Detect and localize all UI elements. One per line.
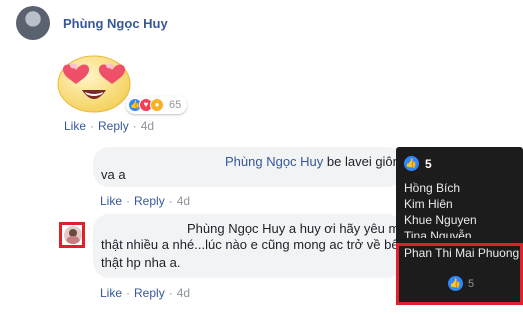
reply-link[interactable]: Reply <box>134 194 165 208</box>
liker-name[interactable]: Tina Nguyễn <box>404 228 477 238</box>
reply-bubble: Phùng Ngọc Huy a huy ơi hãy yêu mẹ thật … <box>93 214 407 278</box>
reaction-count: 65 <box>169 99 182 111</box>
like-icon: 👍 <box>448 276 463 291</box>
reply-text: be lavei giôn <box>323 154 400 169</box>
comment-actions: Like · Reply · 4d <box>64 119 155 133</box>
like-link[interactable]: Like <box>100 194 122 208</box>
reply-actions: Like · Reply · 4d <box>100 286 191 300</box>
reply-text-line: thật hp nha a. <box>101 255 181 270</box>
reply-link[interactable]: Reply <box>134 286 165 300</box>
avatar[interactable] <box>16 6 50 40</box>
reply-author[interactable]: Phùng Ngọc Huy <box>225 154 323 169</box>
likes-count: 5 <box>425 156 432 171</box>
comment-author[interactable]: Phùng Ngọc Huy <box>63 16 168 31</box>
haha-icon: ● <box>150 98 164 112</box>
liker-name[interactable]: Kim Hiên <box>404 196 477 212</box>
timestamp[interactable]: 4d <box>141 119 154 133</box>
like-icon: 👍 <box>404 156 419 171</box>
timestamp[interactable]: 4d <box>177 194 190 208</box>
like-link[interactable]: Like <box>100 286 122 300</box>
liker-name[interactable]: Khue Nguyen <box>404 212 477 228</box>
reply-text-line: va a <box>101 167 126 182</box>
reaction-summary[interactable]: 👍 ♥ ● 65 <box>126 96 188 114</box>
reply-author[interactable]: Phùng Ngọc Huy <box>187 221 285 236</box>
heart-eyes-emoji-icon <box>57 55 131 113</box>
reply-text-line: thật nhiều a nhé...lúc nào e cũng mong a… <box>101 237 399 252</box>
like-link[interactable]: Like <box>64 119 86 133</box>
reply-text: a huy ơi hãy yêu mẹ <box>285 221 407 236</box>
like-count-pill[interactable]: 👍 5 <box>448 276 474 291</box>
timestamp[interactable]: 4d <box>177 286 190 300</box>
reply-bubble: Phùng Ngọc Huy be lavei giôn va a <box>93 147 403 187</box>
liker-list: Hồng Bích Kim Hiên Khue Nguyen Tina Nguy… <box>404 180 477 238</box>
liker-name[interactable]: Hồng Bích <box>404 180 477 196</box>
like-count: 5 <box>468 277 475 290</box>
liker-name-highlighted[interactable]: Phan Thi Mai Phuong <box>404 246 519 260</box>
reply-link[interactable]: Reply <box>98 119 129 133</box>
reply-actions: Like · Reply · 4d <box>100 194 191 208</box>
avatar[interactable] <box>64 226 82 244</box>
